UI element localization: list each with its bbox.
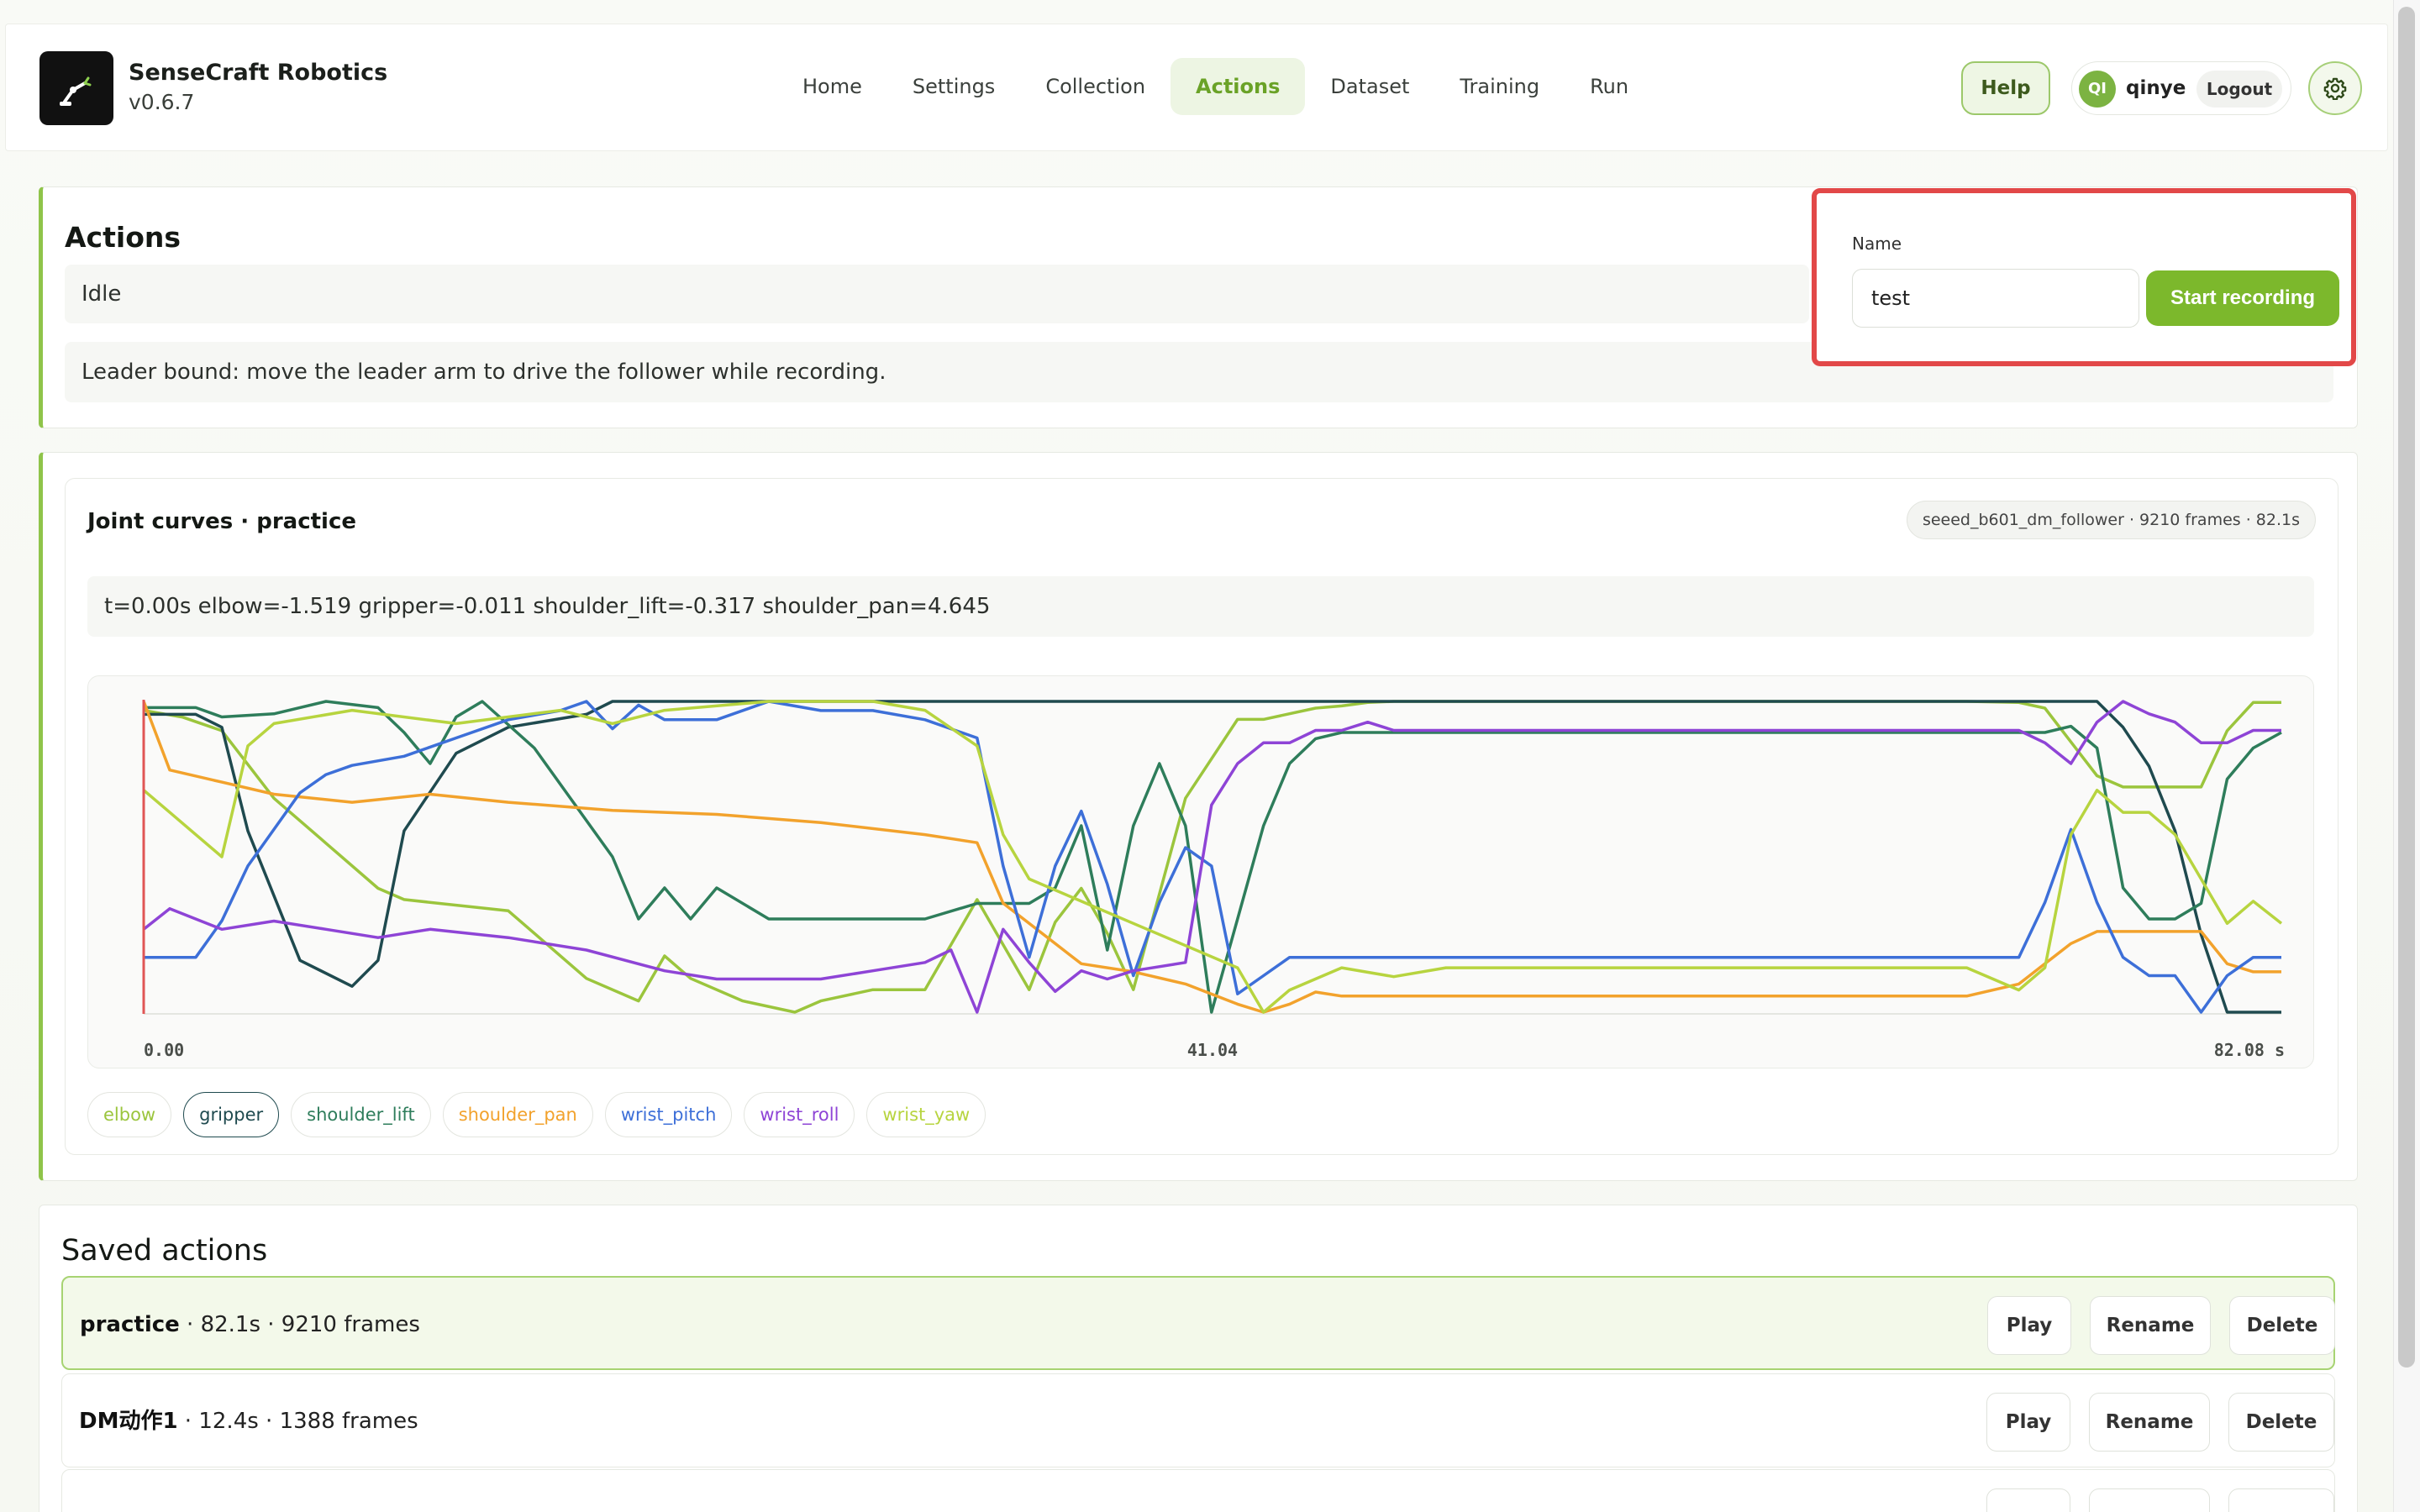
brand-logo[interactable] xyxy=(39,51,113,125)
action-name: DM动作1 xyxy=(79,1409,178,1434)
robot-arm-icon xyxy=(60,76,92,106)
play-button[interactable]: Play xyxy=(1987,1296,2071,1355)
name-label: Name xyxy=(1852,234,1902,254)
app-window: SenseCraft Robotics v0.6.7 Home Settings… xyxy=(0,0,2393,1512)
legend-wrist-pitch[interactable]: wrist_pitch xyxy=(604,1092,733,1137)
delete-button[interactable] xyxy=(2228,1488,2334,1512)
actions-title: Actions xyxy=(65,221,181,254)
play-button[interactable]: Play xyxy=(1986,1393,2070,1452)
rename-button[interactable]: Rename xyxy=(2089,1393,2210,1452)
action-name-input[interactable] xyxy=(1852,269,2139,328)
joint-curves-svg[interactable]: 0.00 41.04 82.08 s xyxy=(88,676,2315,1069)
saved-actions-title: Saved actions xyxy=(61,1234,268,1268)
user-menu: QI qinye Logout xyxy=(2071,61,2291,115)
nav-dataset[interactable]: Dataset xyxy=(1305,58,1434,115)
legend-gripper[interactable]: gripper xyxy=(183,1092,280,1137)
delete-button[interactable]: Delete xyxy=(2229,1296,2335,1355)
series-line-gripper xyxy=(144,700,2281,1014)
play-button[interactable] xyxy=(1986,1488,2070,1512)
saved-actions-card: Saved actions practice · 82.1s · 9210 fr… xyxy=(39,1205,2358,1512)
legend-wrist-yaw[interactable]: wrist_yaw xyxy=(866,1092,986,1137)
logout-button[interactable]: Logout xyxy=(2196,71,2282,108)
app-version: v0.6.7 xyxy=(129,90,195,114)
robot-info-badge: seeed_b601_dm_follower · 9210 frames · 8… xyxy=(1906,501,2316,539)
action-meta: · 82.1s · 9210 frames xyxy=(179,1312,420,1337)
recording-form: Name Start recording xyxy=(1812,188,2356,366)
brand-name: SenseCraft Robotics xyxy=(129,60,388,86)
legend-elbow[interactable]: elbow xyxy=(87,1092,172,1137)
joint-curves-card: Joint curves · practice seeed_b601_dm_fo… xyxy=(39,452,2358,1181)
nav-settings[interactable]: Settings xyxy=(887,58,1020,115)
x-tick-label: 41.04 xyxy=(1187,1040,1238,1060)
avatar: QI xyxy=(2079,71,2116,108)
nav-run[interactable]: Run xyxy=(1565,58,1654,115)
joint-chart[interactable]: 0.00 41.04 82.08 s xyxy=(87,675,2314,1068)
scrollbar-thumb[interactable] xyxy=(2398,7,2415,1368)
gear-icon xyxy=(2323,77,2347,100)
saved-action-row[interactable]: practice · 82.1s · 9210 frames Play Rena… xyxy=(61,1276,2335,1370)
saved-action-row[interactable]: DM动作1 · 12.4s · 1388 frames Play Rename … xyxy=(61,1373,2335,1467)
main-nav: Home Settings Collection Actions Dataset… xyxy=(777,58,1654,115)
x-tick-label: 82.08 s xyxy=(2214,1040,2285,1060)
rename-button[interactable]: Rename xyxy=(2090,1296,2211,1355)
start-recording-button[interactable]: Start recording xyxy=(2146,270,2339,326)
nav-home[interactable]: Home xyxy=(777,58,887,115)
nav-collection[interactable]: Collection xyxy=(1020,58,1171,115)
settings-button[interactable] xyxy=(2308,61,2362,115)
joint-curves-panel: Joint curves · practice seeed_b601_dm_fo… xyxy=(65,478,2338,1155)
legend-shoulder-lift[interactable]: shoulder_lift xyxy=(291,1092,431,1137)
nav-actions[interactable]: Actions xyxy=(1171,58,1306,115)
legend-shoulder-pan[interactable]: shoulder_pan xyxy=(442,1092,593,1137)
action-meta: · 12.4s · 1388 frames xyxy=(177,1409,418,1434)
delete-button[interactable]: Delete xyxy=(2228,1393,2334,1452)
page-scrollbar[interactable] xyxy=(2393,0,2420,1512)
action-name: practice xyxy=(80,1312,180,1337)
legend-wrist-roll[interactable]: wrist_roll xyxy=(744,1092,855,1137)
saved-action-label: DM动作1 · 12.4s · 1388 frames xyxy=(79,1374,418,1468)
top-header: SenseCraft Robotics v0.6.7 Home Settings… xyxy=(5,24,2388,151)
chart-legend: elbow gripper shoulder_lift shoulder_pan wri… xyxy=(87,1092,986,1137)
x-tick-label: 0.00 xyxy=(144,1040,184,1060)
status-display: Idle xyxy=(65,265,1809,323)
help-button[interactable]: Help xyxy=(1961,61,2050,115)
curves-title: Joint curves · practice xyxy=(87,509,356,534)
joint-readout: t=0.00s elbow=-1.519 gripper=-0.011 shou… xyxy=(87,576,2314,637)
nav-training[interactable]: Training xyxy=(1434,58,1565,115)
username: qinye xyxy=(2126,77,2186,99)
saved-action-row[interactable] xyxy=(61,1469,2335,1512)
rename-button[interactable] xyxy=(2089,1488,2210,1512)
saved-action-label: practice · 82.1s · 9210 frames xyxy=(80,1278,420,1372)
